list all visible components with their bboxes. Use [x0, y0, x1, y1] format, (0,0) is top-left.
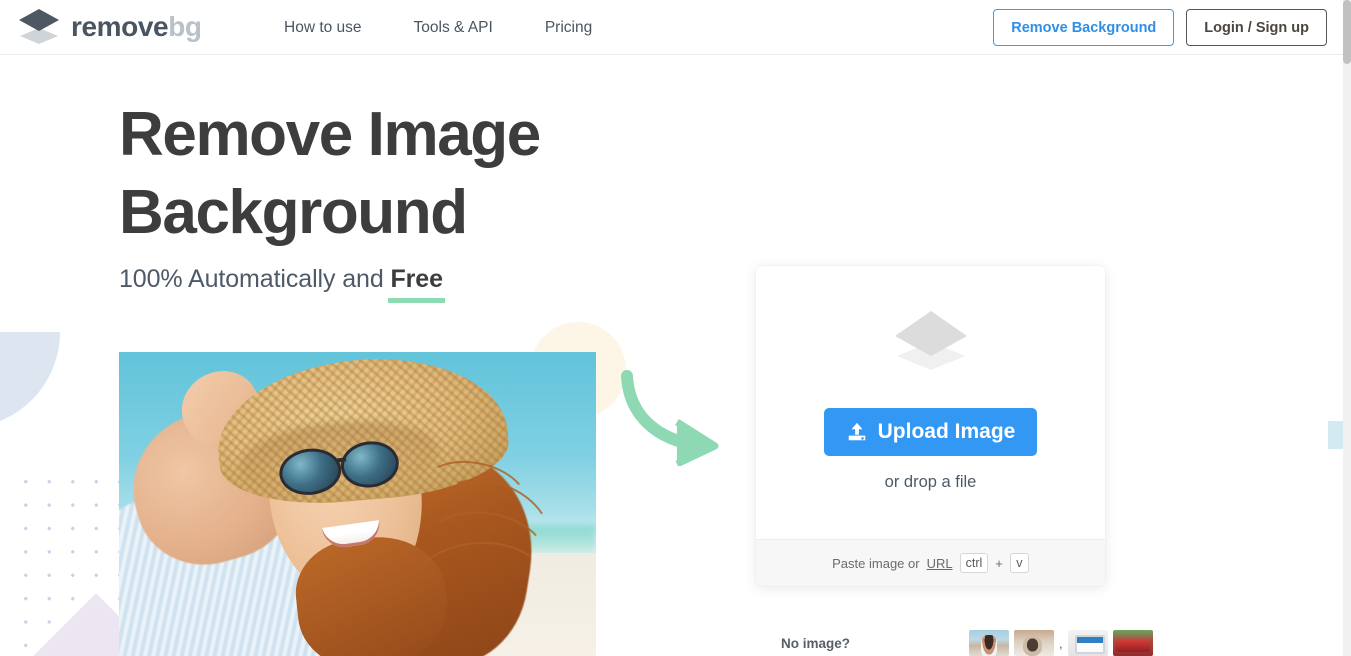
- sample-thumbnail-person[interactable]: [969, 630, 1009, 656]
- no-image-label: No image?: [781, 636, 850, 651]
- key-plus: +: [995, 556, 1003, 571]
- upload-card-body[interactable]: Upload Image or drop a file: [756, 266, 1105, 539]
- page-root: removebg How to use Tools & API Pricing …: [0, 0, 1351, 656]
- layers-icon: [891, 308, 971, 372]
- sample-thumbnail-laptop[interactable]: [1068, 630, 1108, 656]
- site-header: removebg How to use Tools & API Pricing …: [0, 0, 1343, 55]
- hero-subtitle-highlight: Free: [390, 265, 442, 294]
- login-signup-button[interactable]: Login / Sign up: [1186, 9, 1327, 46]
- decor-quarter-circle: [0, 332, 60, 428]
- page-title-line2: Background: [119, 178, 467, 247]
- sample-thumbnail-cat[interactable]: [1014, 630, 1054, 656]
- logo-link[interactable]: removebg: [18, 8, 202, 46]
- scrollbar-thumb[interactable]: [1343, 0, 1351, 64]
- remove-background-button[interactable]: Remove Background: [993, 9, 1174, 46]
- header-actions: Remove Background Login / Sign up: [993, 9, 1327, 46]
- layers-icon: [18, 8, 60, 46]
- logo-text-primary: remove: [71, 11, 168, 42]
- upload-card-footer: Paste image or URL ctrl + v: [756, 539, 1105, 586]
- nav-item-pricing[interactable]: Pricing: [545, 19, 592, 37]
- upload-icon: [846, 421, 868, 443]
- hero-photo: [119, 352, 596, 656]
- nav-item-tools-api[interactable]: Tools & API: [414, 19, 493, 37]
- curved-arrow-icon: [615, 370, 723, 471]
- sample-thumbnail-car[interactable]: [1113, 630, 1153, 656]
- sample-thumbnail-row: ,: [969, 630, 1153, 656]
- key-v: v: [1010, 553, 1029, 573]
- hero-section: Remove Image Background 100% Automatical…: [119, 96, 540, 294]
- drop-file-text: or drop a file: [885, 473, 977, 492]
- upload-card[interactable]: Upload Image or drop a file Paste image …: [756, 266, 1105, 586]
- sample-images-section: No image? ,: [781, 630, 1153, 656]
- hero-subtitle: 100% Automatically and Free: [119, 265, 540, 294]
- page-title: Remove Image Background: [119, 96, 540, 252]
- upload-image-button-label: Upload Image: [878, 420, 1016, 444]
- logo-text: removebg: [71, 13, 202, 41]
- main-nav: How to use Tools & API Pricing: [284, 0, 592, 55]
- logo-text-secondary: bg: [168, 11, 201, 42]
- page-title-line1: Remove Image: [119, 100, 540, 169]
- key-ctrl: ctrl: [960, 553, 989, 573]
- nav-item-how-to-use[interactable]: How to use: [284, 19, 362, 37]
- upload-image-button[interactable]: Upload Image: [824, 408, 1038, 456]
- hero-subtitle-prefix: 100% Automatically and: [119, 265, 390, 293]
- sample-separator: ,: [1059, 636, 1063, 651]
- paste-image-label: Paste image or: [832, 556, 919, 571]
- paste-url-link[interactable]: URL: [927, 556, 953, 571]
- scrollbar-track[interactable]: [1343, 0, 1351, 656]
